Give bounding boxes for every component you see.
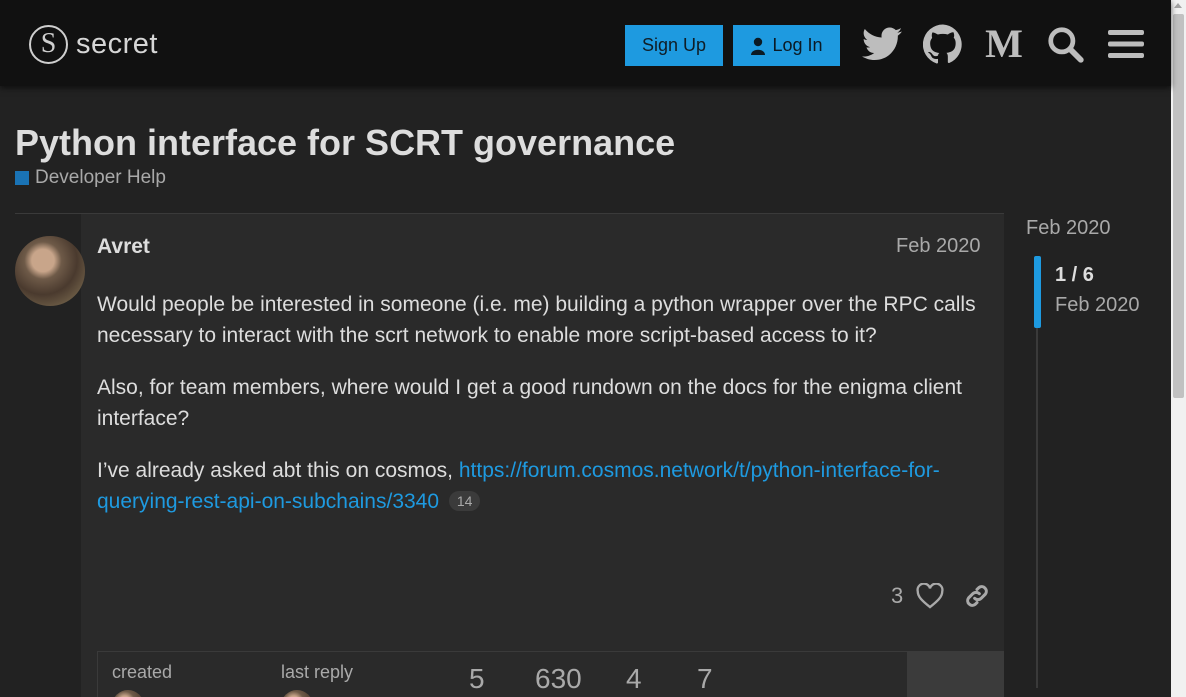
logo-text: secret <box>76 27 158 60</box>
log-in-button[interactable]: Log In <box>733 25 840 66</box>
user-icon <box>751 37 766 55</box>
scrollbar[interactable] <box>1171 0 1186 697</box>
post-body: Would people be interested in someone (i… <box>97 289 987 538</box>
heart-icon <box>916 583 944 609</box>
replies-count: 5 <box>469 663 485 694</box>
category-color-swatch <box>15 171 29 185</box>
link-icon <box>966 585 988 607</box>
avatar[interactable] <box>15 236 85 306</box>
timeline-current-date: Feb 2020 <box>1055 294 1140 316</box>
post-paragraph-text: I’ve already asked abt this on cosmos, <box>97 459 459 482</box>
twitter-icon[interactable] <box>860 22 904 66</box>
menu-icon[interactable] <box>1104 22 1148 66</box>
topic-title[interactable]: Python interface for SCRT governance <box>15 122 675 164</box>
category-label: Developer Help <box>35 167 166 188</box>
github-icon[interactable] <box>921 22 965 66</box>
site-logo[interactable]: S secret <box>29 24 158 64</box>
post-paragraph: Also, for team members, where would I ge… <box>97 376 962 430</box>
scrollbar-thumb[interactable] <box>1173 14 1184 398</box>
views-count: 630 <box>535 663 582 694</box>
post-paragraph: Would people be interested in someone (i… <box>97 293 976 347</box>
like-button[interactable] <box>915 580 945 612</box>
logo-mark: S <box>29 24 68 64</box>
created-label: created <box>112 662 173 682</box>
scroll-up-arrow[interactable] <box>1174 3 1182 8</box>
post-date[interactable]: Feb 2020 <box>896 235 981 258</box>
share-link-button[interactable] <box>962 580 992 612</box>
link-click-count: 14 <box>448 491 481 511</box>
users-count: 4 <box>626 663 642 694</box>
post-username[interactable]: Avret <box>97 235 150 259</box>
logo-glyph: S <box>40 28 57 59</box>
topic-map-expand-button[interactable] <box>907 651 1004 697</box>
timeline-position: 1 / 6 <box>1055 264 1094 286</box>
links-count: 7 <box>697 663 713 694</box>
search-icon[interactable] <box>1043 22 1087 66</box>
medium-icon[interactable]: M <box>982 22 1026 66</box>
site-header: S secret Sign Up Log In M <box>0 0 1171 86</box>
sign-up-button[interactable]: Sign Up <box>625 25 723 66</box>
post-paragraph: I’ve already asked abt this on cosmos, h… <box>97 455 987 517</box>
like-count[interactable]: 3 <box>891 583 903 609</box>
log-in-label: Log In <box>772 35 823 55</box>
last-reply-label: last reply <box>281 662 354 682</box>
timeline-start-date[interactable]: Feb 2020 <box>1026 217 1111 240</box>
category-badge[interactable]: Developer Help <box>15 167 166 189</box>
timeline-handle[interactable] <box>1034 256 1041 328</box>
medium-glyph: M <box>985 21 1023 66</box>
